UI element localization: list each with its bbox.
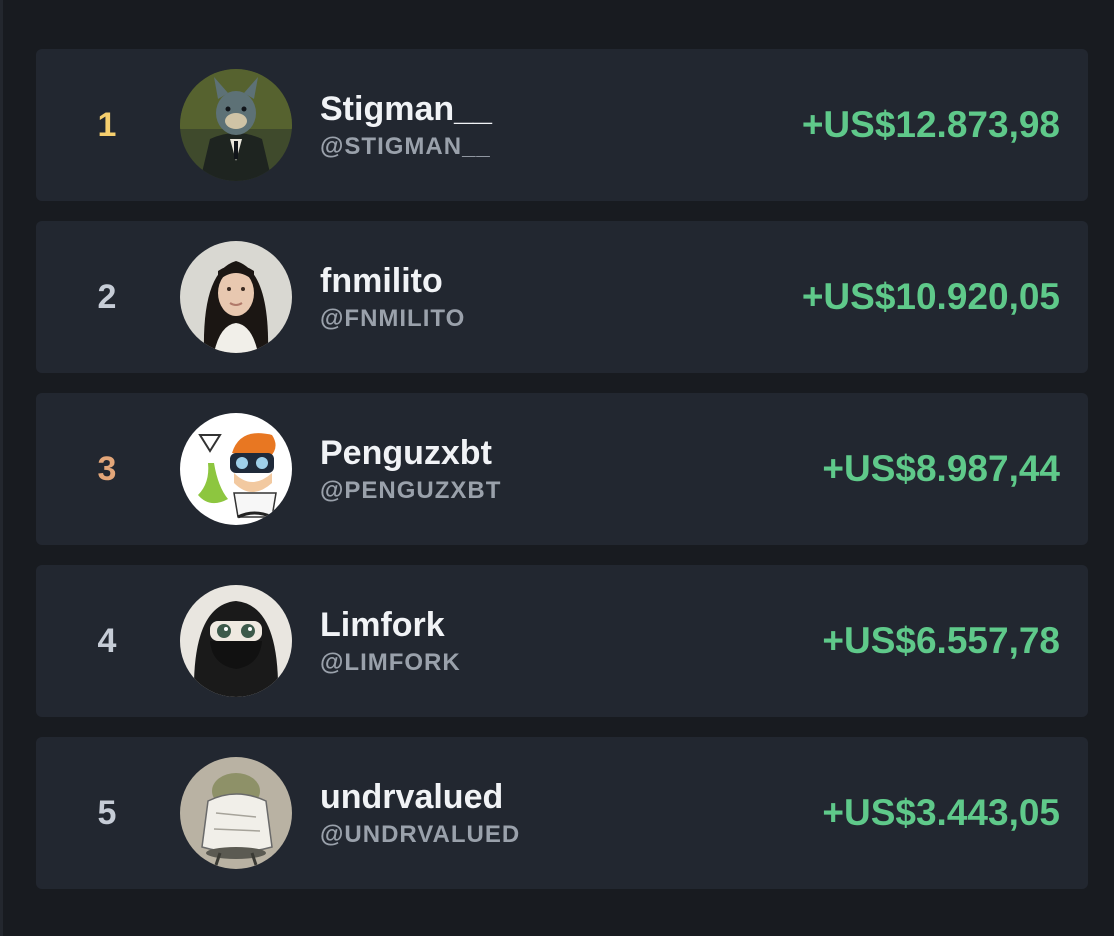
- cloaked-bird-avatar[interactable]: [180, 757, 292, 869]
- display-name[interactable]: Limfork: [320, 605, 461, 645]
- rank-number: 4: [97, 621, 117, 660]
- rank-number: 1: [97, 105, 117, 144]
- leaderboard-row[interactable]: 4 Limfork @LIMFORK +US$6.557,78: [36, 565, 1088, 717]
- woman-portrait-avatar[interactable]: [180, 241, 292, 353]
- leaderboard-row[interactable]: 2 fnmilito @FNMILITO +US$10.920,05: [36, 221, 1088, 373]
- user-handle: @STIGMAN__: [320, 133, 491, 160]
- leaderboard: 1 Stigman__ @STIGMAN__ +US$12.873,98 2 f…: [36, 49, 1088, 909]
- display-name[interactable]: undrvalued: [320, 777, 520, 817]
- cat-in-suit-avatar[interactable]: [180, 69, 292, 181]
- rank-number: 2: [97, 277, 117, 316]
- profit-amount: +US$10.920,05: [801, 276, 1060, 317]
- user-handle: @FNMILITO: [320, 305, 466, 332]
- profit-amount: +US$8.987,44: [822, 448, 1060, 489]
- page: 1 Stigman__ @STIGMAN__ +US$12.873,98 2 f…: [0, 0, 1114, 936]
- profit-amount: +US$3.443,05: [822, 792, 1060, 833]
- left-edge-divider: [0, 0, 3, 936]
- user-info: Stigman__ @STIGMAN__: [320, 89, 492, 165]
- display-name[interactable]: fnmilito: [320, 261, 465, 301]
- leaderboard-row[interactable]: 1 Stigman__ @STIGMAN__ +US$12.873,98: [36, 49, 1088, 201]
- cartoon-scientist-avatar[interactable]: [180, 413, 292, 525]
- user-info: undrvalued @UNDRVALUED: [320, 777, 520, 853]
- leaderboard-row[interactable]: 5 undrvalued @UNDRVALUED +US$3.443,05: [36, 737, 1088, 889]
- rank-number: 5: [97, 793, 117, 832]
- veiled-character-avatar[interactable]: [180, 585, 292, 697]
- user-info: Limfork @LIMFORK: [320, 605, 461, 681]
- profit-amount: +US$12.873,98: [801, 104, 1060, 145]
- profit-amount: +US$6.557,78: [822, 620, 1060, 661]
- user-handle: @PENGUZXBT: [320, 477, 502, 504]
- user-info: fnmilito @FNMILITO: [320, 261, 465, 337]
- display-name[interactable]: Stigman__: [320, 89, 492, 129]
- rank-number: 3: [97, 449, 117, 488]
- user-handle: @LIMFORK: [320, 649, 461, 676]
- leaderboard-row[interactable]: 3 Penguzxbt @PENGUZXBT +US$8.987,44: [36, 393, 1088, 545]
- user-handle: @UNDRVALUED: [320, 821, 521, 848]
- display-name[interactable]: Penguzxbt: [320, 433, 501, 473]
- user-info: Penguzxbt @PENGUZXBT: [320, 433, 501, 509]
